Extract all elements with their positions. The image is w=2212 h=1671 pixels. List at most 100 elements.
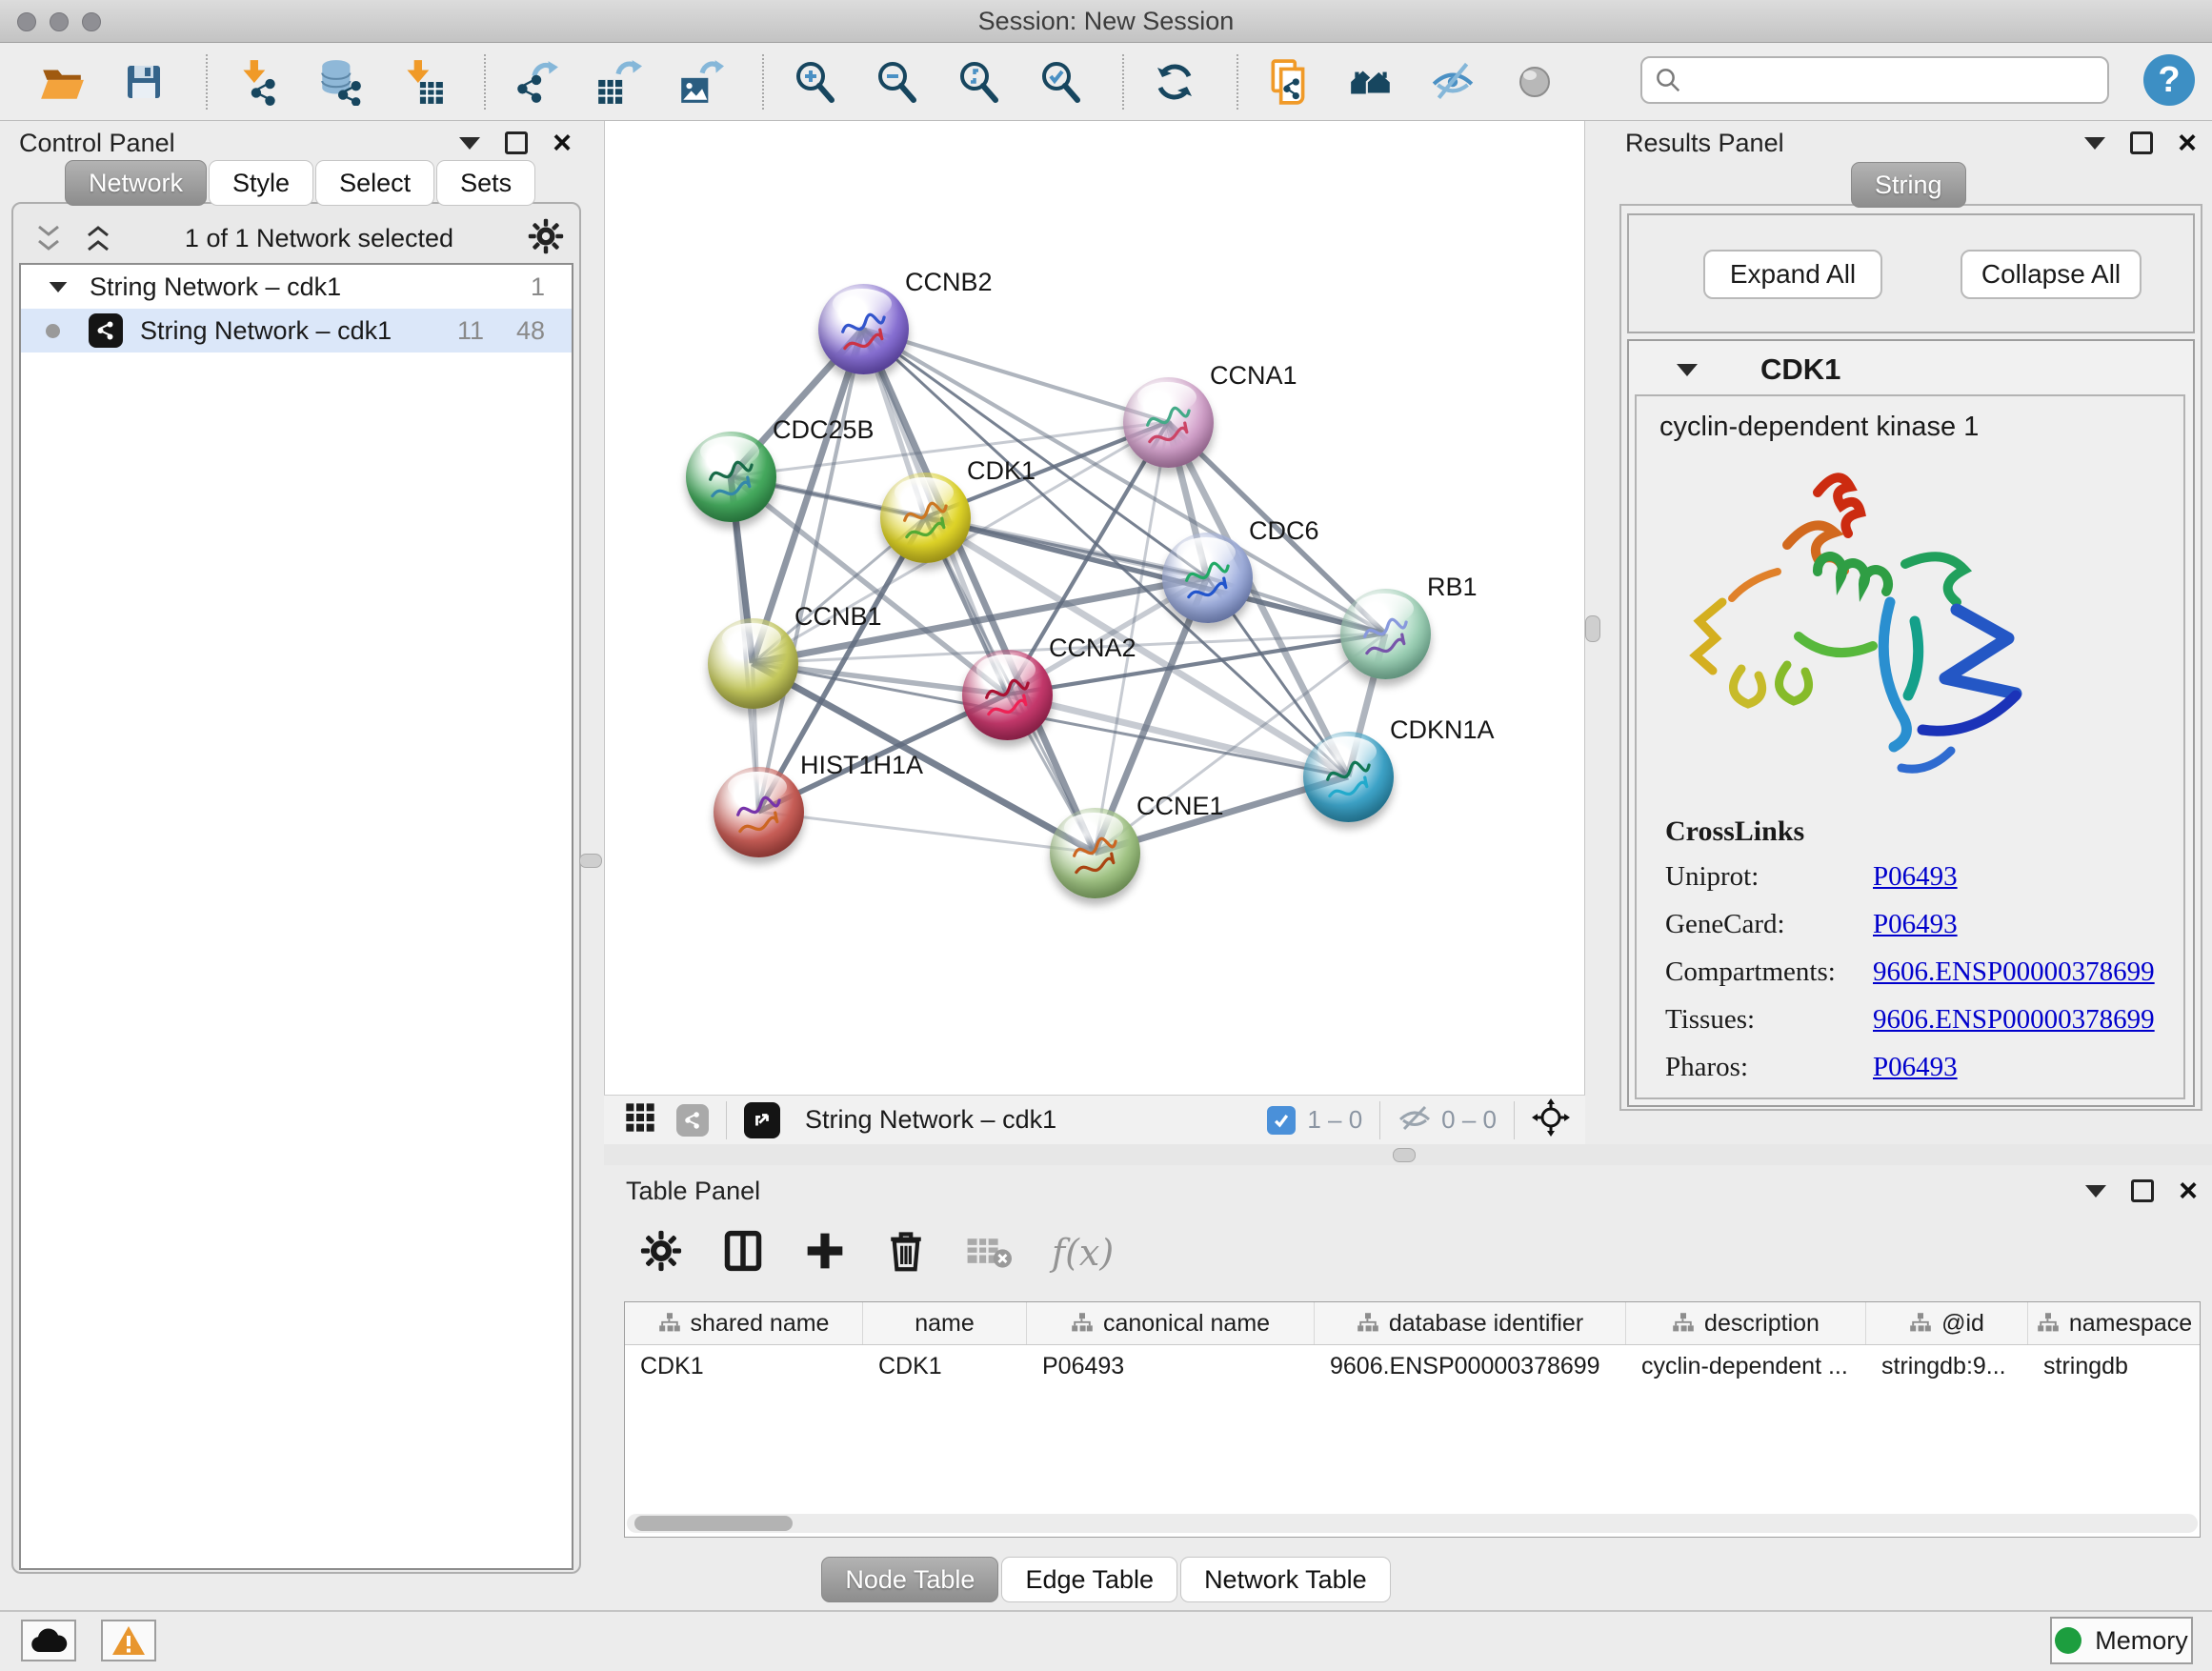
expand-all-icon[interactable] (86, 225, 111, 252)
collapse-all-icon[interactable] (36, 225, 61, 252)
show-details-eye-icon[interactable] (1509, 56, 1560, 108)
string-view-icon[interactable] (676, 1104, 709, 1137)
node-CDK1[interactable] (880, 473, 971, 563)
zoom-in-icon[interactable] (789, 56, 840, 108)
node-CCNA2[interactable] (962, 650, 1053, 740)
cell-description[interactable]: cyclin-dependent ... (1626, 1345, 1866, 1387)
right-splitter-handle[interactable] (1585, 615, 1600, 642)
window-minimize-icon[interactable] (50, 12, 69, 31)
export-network-icon[interactable] (511, 56, 562, 108)
node-CDKN1A[interactable] (1303, 732, 1394, 822)
crosslink-link[interactable]: P06493 (1873, 861, 1958, 893)
node-CDC25B[interactable] (686, 432, 776, 522)
node-CCNB2[interactable] (818, 284, 909, 374)
home-icon[interactable] (1345, 56, 1397, 108)
panel-close-icon[interactable]: × (2178, 131, 2197, 155)
network-canvas[interactable]: CCNB2CCNA1CDC25BCDK1CDC6RB1CCNB1CCNA2CDK… (604, 121, 1585, 1095)
column-header-database-identifier[interactable]: database identifier (1315, 1302, 1626, 1344)
open-in-window-icon[interactable] (744, 1102, 780, 1138)
table-row[interactable]: CDK1CDK1P064939606.ENSP00000378699cyclin… (625, 1345, 2200, 1387)
import-network-icon[interactable] (232, 56, 284, 108)
birdseye-grid-icon[interactable] (625, 1102, 655, 1137)
edge-HIST1H1A-CCNE1[interactable] (758, 812, 1095, 853)
save-session-icon[interactable] (118, 56, 170, 108)
tab-sets[interactable]: Sets (436, 160, 535, 206)
network-collection-row[interactable]: String Network – cdk1 1 (21, 265, 572, 309)
cell-shared-name[interactable]: CDK1 (625, 1345, 863, 1387)
node-RB1[interactable] (1340, 589, 1431, 679)
panel-close-icon[interactable]: × (2179, 1178, 2198, 1203)
tab-string[interactable]: String (1851, 162, 1966, 208)
panel-menu-icon[interactable] (2085, 1185, 2106, 1198)
search-input[interactable] (1682, 65, 2107, 96)
column-header-namespace[interactable]: namespace (2028, 1302, 2201, 1344)
network-row-selected[interactable]: String Network – cdk1 11 48 (21, 309, 572, 352)
column-header-shared-name[interactable]: shared name (625, 1302, 863, 1344)
crosslink-link[interactable]: 9606.ENSP00000378699 (1873, 1004, 2155, 1036)
column-header-description[interactable]: description (1626, 1302, 1866, 1344)
expand-all-button[interactable]: Expand All (1703, 250, 1882, 299)
cell-name[interactable]: CDK1 (863, 1345, 1027, 1387)
column-header-@id[interactable]: @id (1866, 1302, 2028, 1344)
delete-column-trash-icon[interactable] (886, 1229, 926, 1278)
zoom-out-icon[interactable] (871, 56, 922, 108)
tab-style[interactable]: Style (209, 160, 313, 206)
export-table-icon[interactable] (593, 56, 644, 108)
cell-@id[interactable]: stringdb:9... (1866, 1345, 2028, 1387)
show-columns-icon[interactable] (722, 1230, 764, 1277)
column-header-name[interactable]: name (863, 1302, 1027, 1344)
add-column-icon[interactable] (804, 1230, 846, 1277)
crosslink-link[interactable]: 9606.ENSP00000378699 (1873, 956, 2155, 988)
node-table[interactable]: shared namenamecanonical namedatabase id… (624, 1301, 2201, 1538)
zoom-selected-icon[interactable] (1035, 56, 1086, 108)
memory-button[interactable]: Memory (2050, 1617, 2193, 1664)
cell-namespace[interactable]: stringdb (2028, 1345, 2201, 1387)
left-splitter-handle[interactable] (579, 854, 602, 868)
tab-edge-table[interactable]: Edge Table (1001, 1557, 1177, 1602)
panel-menu-icon[interactable] (459, 137, 480, 150)
export-image-icon[interactable] (674, 56, 726, 108)
crosslink-link[interactable]: P06493 (1873, 909, 1958, 940)
panel-float-icon[interactable] (2130, 131, 2153, 154)
tree-expand-icon[interactable] (50, 281, 68, 292)
node-CCNB1[interactable] (708, 618, 798, 709)
import-database-icon[interactable] (314, 56, 366, 108)
warnings-button[interactable] (101, 1620, 156, 1661)
crosslink-link[interactable]: P06493 (1873, 1052, 1958, 1083)
tab-node-table[interactable]: Node Table (821, 1557, 998, 1602)
tab-network[interactable]: Network (65, 160, 207, 206)
table-options-gear-icon[interactable] (640, 1230, 682, 1277)
hide-details-eye-icon[interactable] (1427, 56, 1478, 108)
edge-CCNB2-CCNA1[interactable] (863, 329, 1168, 422)
toolbar-search[interactable] (1640, 56, 2109, 104)
refresh-icon[interactable] (1149, 56, 1200, 108)
birdseye-toggle-icon[interactable] (1532, 1098, 1570, 1141)
panel-menu-icon[interactable] (2084, 137, 2105, 150)
collapse-all-button[interactable]: Collapse All (1961, 250, 2142, 299)
node-CCNA1[interactable] (1123, 377, 1214, 468)
panel-close-icon[interactable]: × (553, 131, 572, 155)
window-zoom-icon[interactable] (82, 12, 101, 31)
column-header-canonical-name[interactable]: canonical name (1027, 1302, 1315, 1344)
scrollbar-thumb[interactable] (634, 1516, 793, 1531)
gene-section-header[interactable]: CDK1 (1677, 351, 2153, 389)
cell-database-identifier[interactable]: 9606.ENSP00000378699 (1315, 1345, 1626, 1387)
selected-checkbox-icon[interactable] (1267, 1106, 1296, 1135)
node-CCNE1[interactable] (1050, 808, 1140, 898)
network-options-gear-icon[interactable] (528, 218, 564, 259)
horizontal-splitter-handle[interactable] (1393, 1148, 1416, 1162)
section-collapse-icon[interactable] (1677, 364, 1698, 376)
panel-float-icon[interactable] (2131, 1179, 2154, 1202)
window-close-icon[interactable] (17, 12, 36, 31)
cell-canonical-name[interactable]: P06493 (1027, 1345, 1315, 1387)
node-CDC6[interactable] (1162, 533, 1253, 623)
panel-float-icon[interactable] (505, 131, 528, 154)
node-HIST1H1A[interactable] (714, 767, 804, 857)
help-button[interactable]: ? (2143, 54, 2195, 106)
tab-select[interactable]: Select (315, 160, 434, 206)
tab-network-table[interactable]: Network Table (1180, 1557, 1391, 1602)
zoom-fit-icon[interactable] (953, 56, 1004, 108)
import-table-icon[interactable] (396, 56, 448, 108)
clone-network-icon[interactable] (1263, 56, 1315, 108)
open-file-icon[interactable] (36, 56, 88, 108)
